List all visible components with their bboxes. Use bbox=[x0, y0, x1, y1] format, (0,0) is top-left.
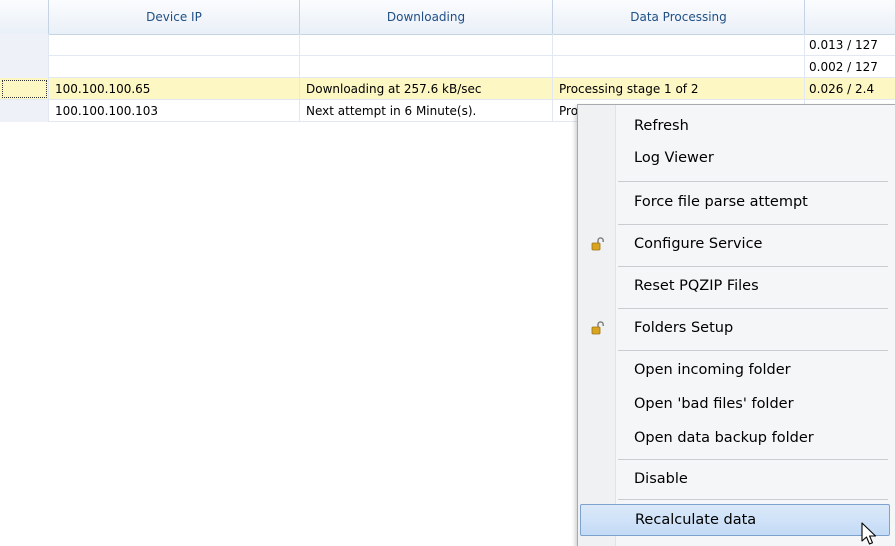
menu-separator bbox=[618, 499, 888, 500]
cell-processing[interactable] bbox=[553, 34, 805, 56]
table-row-selected[interactable]: 100.100.100.65 Downloading at 257.6 kB/s… bbox=[0, 78, 895, 100]
menu-item-recalculate-data[interactable]: Recalculate data bbox=[580, 504, 890, 536]
header-data-processing[interactable]: Data Processing bbox=[553, 0, 805, 34]
header-downloading[interactable]: Downloading bbox=[300, 0, 553, 34]
menu-item-label: Open incoming folder bbox=[634, 362, 791, 378]
menu-item-log-viewer[interactable]: Log Viewer bbox=[580, 143, 890, 173]
grid-header: Device IP Downloading Data Processing bbox=[0, 0, 895, 35]
cell-extra[interactable]: 0.002 / 127 bbox=[805, 56, 895, 78]
menu-item-label: Folders Setup bbox=[634, 320, 734, 336]
menu-item-open-data-backup-folder[interactable]: Open data backup folder bbox=[580, 423, 890, 453]
cell-processing[interactable]: Processing stage 1 of 2 bbox=[553, 78, 805, 100]
menu-item-force-file-parse[interactable]: Force file parse attempt bbox=[580, 187, 890, 217]
unlocked-padlock-icon bbox=[591, 237, 604, 251]
menu-item-label: Disable bbox=[634, 471, 688, 487]
cell-device-ip[interactable] bbox=[49, 34, 300, 56]
cell-extra[interactable]: 0.013 / 127 bbox=[805, 34, 895, 56]
header-extra[interactable] bbox=[805, 0, 895, 34]
menu-item-folders-setup[interactable]: Folders Setup bbox=[580, 313, 890, 343]
cell-extra[interactable]: 0.026 / 2.4 bbox=[805, 78, 895, 100]
cell-processing[interactable] bbox=[553, 56, 805, 78]
cell-downloading[interactable] bbox=[300, 34, 553, 56]
menu-separator bbox=[618, 224, 888, 225]
menu-item-disable[interactable]: Disable bbox=[580, 464, 890, 494]
menu-item-label: Recalculate data bbox=[635, 512, 757, 528]
menu-item-configure-service[interactable]: Configure Service bbox=[580, 229, 890, 259]
menu-separator bbox=[618, 181, 888, 182]
menu-separator bbox=[618, 308, 888, 309]
menu-item-label: Open data backup folder bbox=[634, 430, 814, 446]
row-indicator[interactable] bbox=[0, 56, 49, 78]
cell-downloading[interactable]: Downloading at 257.6 kB/sec bbox=[300, 78, 553, 100]
menu-item-label: Refresh bbox=[634, 118, 689, 134]
menu-separator bbox=[618, 350, 888, 351]
cell-device-ip[interactable]: 100.100.100.65 bbox=[49, 78, 300, 100]
cell-downloading[interactable]: Next attempt in 6 Minute(s). bbox=[300, 100, 553, 122]
row-indicator[interactable] bbox=[0, 78, 49, 100]
unlocked-padlock-icon bbox=[591, 321, 604, 335]
table-row[interactable]: 0.002 / 127 bbox=[0, 56, 895, 78]
row-indicator[interactable] bbox=[0, 100, 49, 122]
menu-item-label: Force file parse attempt bbox=[634, 194, 808, 210]
menu-item-label: Reset PQZIP Files bbox=[634, 278, 759, 294]
menu-item-open-incoming-folder[interactable]: Open incoming folder bbox=[580, 355, 890, 385]
menu-item-label: Configure Service bbox=[634, 236, 763, 252]
cell-device-ip[interactable]: 100.100.100.103 bbox=[49, 100, 300, 122]
header-device-ip[interactable]: Device IP bbox=[49, 0, 300, 34]
context-menu: Refresh Log Viewer Force file parse atte… bbox=[577, 104, 895, 546]
cell-downloading[interactable] bbox=[300, 56, 553, 78]
mouse-pointer-icon bbox=[861, 522, 877, 545]
menu-item-label: Open 'bad files' folder bbox=[634, 396, 794, 412]
menu-item-open-bad-files-folder[interactable]: Open 'bad files' folder bbox=[580, 389, 890, 419]
menu-item-reset-pqzip[interactable]: Reset PQZIP Files bbox=[580, 271, 890, 301]
cell-device-ip[interactable] bbox=[49, 56, 300, 78]
menu-separator bbox=[618, 266, 888, 267]
table-row[interactable]: 0.013 / 127 bbox=[0, 34, 895, 56]
row-indicator[interactable] bbox=[0, 34, 49, 56]
menu-item-refresh[interactable]: Refresh bbox=[580, 111, 890, 141]
menu-separator bbox=[618, 459, 888, 460]
header-row-indicator[interactable] bbox=[0, 0, 49, 34]
menu-item-label: Log Viewer bbox=[634, 150, 714, 166]
